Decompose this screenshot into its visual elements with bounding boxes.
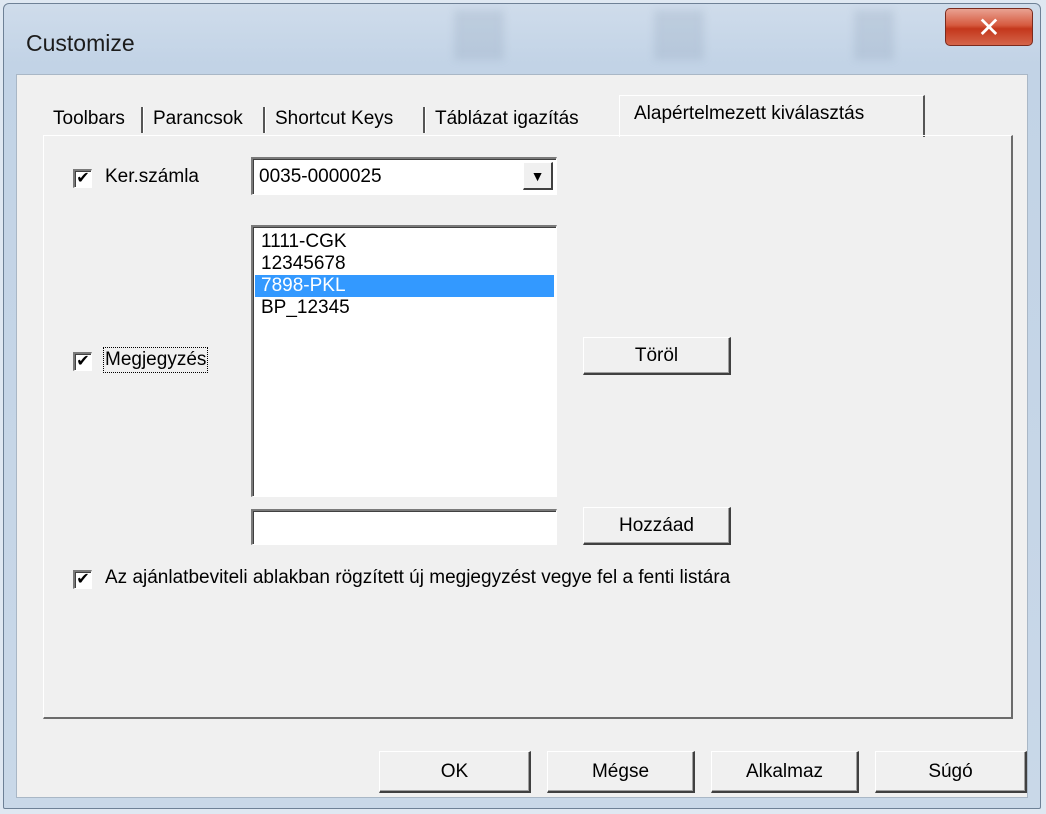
new-note-input[interactable] bbox=[251, 509, 557, 545]
checkmark-icon: ✔ bbox=[76, 353, 90, 370]
list-item[interactable]: 1111-CGK bbox=[255, 231, 554, 253]
list-item[interactable]: BP_12345 bbox=[255, 297, 554, 319]
dialog-client-area: Toolbars Parancsok Shortcut Keys Tábláza… bbox=[16, 74, 1028, 798]
window-title: Customize bbox=[26, 30, 135, 56]
auto-add-label: Az ajánlatbeviteli ablakban rögzített új… bbox=[105, 567, 731, 588]
list-item[interactable]: 12345678 bbox=[255, 253, 554, 275]
ker-szamla-label: Ker.számla bbox=[105, 166, 199, 187]
tab-divider bbox=[263, 107, 266, 133]
apply-button-label: Alkalmaz bbox=[745, 760, 824, 782]
ok-button[interactable]: OK bbox=[379, 751, 531, 793]
tab-active-label: Alapértelmezett kiválasztás bbox=[634, 103, 865, 124]
tab-tablazat-igazitas[interactable]: Táblázat igazítás bbox=[427, 103, 587, 135]
ker-szamla-checkbox[interactable]: ✔ bbox=[73, 169, 92, 188]
close-button[interactable]: ✕ bbox=[945, 8, 1033, 46]
combo-dropdown-button[interactable]: ▼ bbox=[523, 162, 553, 190]
checkmark-icon: ✔ bbox=[76, 170, 90, 187]
combo-selected-value: 0035-0000025 bbox=[259, 166, 382, 187]
checkmark-icon: ✔ bbox=[76, 571, 90, 588]
megjegyzes-label: Megjegyzés bbox=[102, 347, 209, 373]
customize-dialog: Customize ✕ Toolbars Parancsok Shortcut … bbox=[3, 3, 1041, 809]
megjegyzes-listbox[interactable]: 1111-CGK 12345678 7898-PKL BP_12345 bbox=[251, 225, 557, 497]
ker-szamla-combobox[interactable]: 0035-0000025 ▼ bbox=[251, 157, 557, 195]
tab-shortcut-keys[interactable]: Shortcut Keys bbox=[267, 103, 401, 135]
auto-add-checkbox[interactable]: ✔ bbox=[73, 570, 92, 589]
hozzaad-button[interactable]: Hozzáad bbox=[583, 507, 731, 545]
tab-divider bbox=[141, 107, 144, 133]
help-button[interactable]: Súgó bbox=[875, 751, 1027, 793]
chevron-down-icon: ▼ bbox=[530, 167, 545, 184]
tab-parancsok[interactable]: Parancsok bbox=[145, 103, 251, 135]
background-blur bbox=[374, 10, 894, 60]
list-item-selected[interactable]: 7898-PKL bbox=[255, 275, 554, 297]
tab-toolbars[interactable]: Toolbars bbox=[45, 103, 133, 135]
apply-button[interactable]: Alkalmaz bbox=[711, 751, 859, 793]
close-icon: ✕ bbox=[977, 11, 1001, 43]
torol-button[interactable]: Töröl bbox=[583, 337, 731, 375]
megjegyzes-checkbox[interactable]: ✔ bbox=[73, 352, 92, 371]
cancel-button[interactable]: Mégse bbox=[547, 751, 695, 793]
tab-alapertelmezett-kivalasztas[interactable]: Alapértelmezett kiválasztás bbox=[619, 95, 925, 137]
title-bar[interactable]: Customize ✕ bbox=[4, 4, 1040, 74]
tab-divider bbox=[423, 107, 426, 133]
